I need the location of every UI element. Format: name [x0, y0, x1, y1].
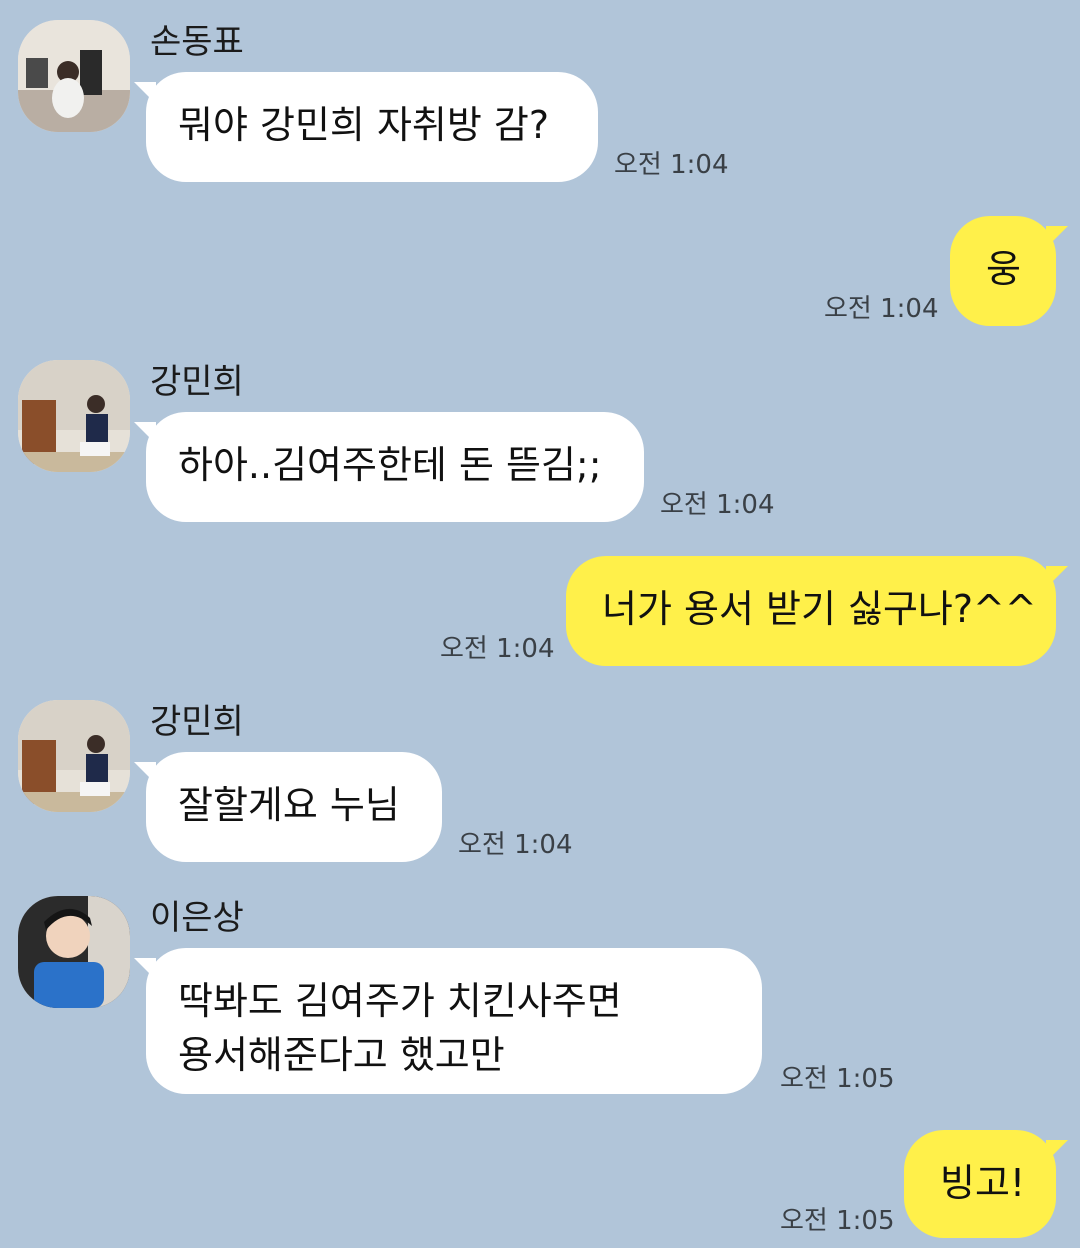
sender-name: 강민희	[150, 702, 244, 742]
message-bubble[interactable]: 하아..김여주한테 돈 뜯김;;	[134, 412, 644, 522]
message-timestamp: 오전 1:05	[780, 1206, 895, 1236]
message-timestamp: 오전 1:05	[780, 1064, 895, 1094]
message-text-line: 딱봐도 김여주가 치킨사주면	[178, 979, 622, 1023]
message-timestamp: 오전 1:04	[614, 150, 729, 180]
message-bubble[interactable]: 잘할게요 누님	[134, 752, 442, 862]
message-timestamp: 오전 1:04	[440, 634, 555, 664]
avatar-kangminhee[interactable]	[18, 360, 130, 472]
message-bubble[interactable]: 너가 용서 받기 싫구나?^^	[566, 556, 1068, 666]
sender-name: 이은상	[150, 898, 244, 938]
message-text-line: 용서해준다고 했고만	[178, 1033, 505, 1077]
avatar-photo-icon	[18, 896, 130, 1008]
message-text: 잘할게요 누님	[178, 783, 400, 827]
message-text: 웅	[986, 247, 1021, 291]
message-timestamp: 오전 1:04	[458, 830, 573, 860]
message-bubble[interactable]: 웅	[950, 216, 1068, 326]
message-bubble[interactable]: 딱봐도 김여주가 치킨사주면 용서해준다고 했고만	[134, 948, 762, 1094]
avatar-photo-icon	[18, 360, 130, 472]
avatar-sondongpyo[interactable]	[18, 20, 130, 132]
message-text: 너가 용서 받기 싫구나?^^	[602, 587, 1037, 631]
sender-name: 강민희	[150, 362, 244, 402]
message-timestamp: 오전 1:04	[660, 490, 775, 520]
avatar-photo-icon	[18, 700, 130, 812]
message-bubble[interactable]: 뭐야 강민희 자취방 감?	[134, 72, 598, 182]
avatar-leeeunsang[interactable]	[18, 896, 130, 1008]
message-text: 뭐야 강민희 자취방 감?	[178, 103, 550, 147]
message-timestamp: 오전 1:04	[824, 294, 939, 324]
avatar-kangminhee[interactable]	[18, 700, 130, 812]
message-text: 빙고!	[940, 1161, 1026, 1205]
avatar-photo-icon	[18, 20, 130, 132]
message-bubble[interactable]: 빙고!	[904, 1130, 1068, 1238]
sender-name: 손동표	[150, 22, 244, 62]
message-text: 하아..김여주한테 돈 뜯김;;	[178, 443, 602, 487]
